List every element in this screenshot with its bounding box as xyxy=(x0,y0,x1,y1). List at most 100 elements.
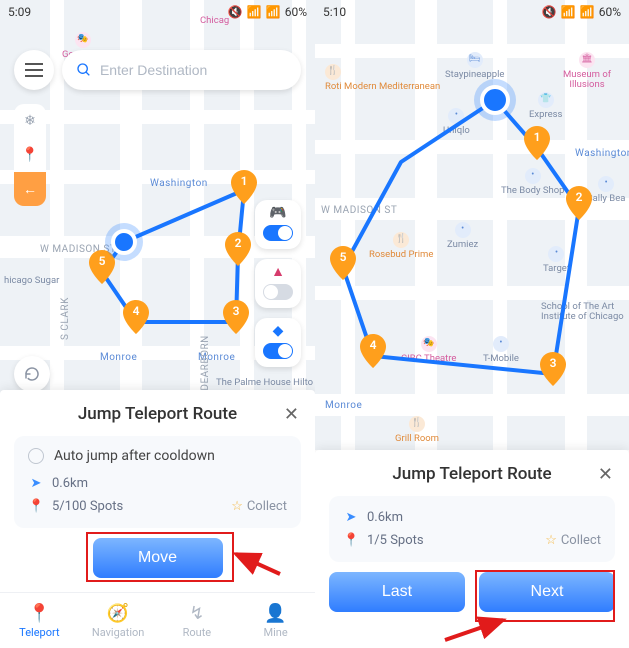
route-marker-1[interactable]: 1 xyxy=(231,170,257,204)
current-location-dot xyxy=(480,85,510,115)
nav-route[interactable]: ↯Route xyxy=(158,593,237,648)
store-icon: • xyxy=(448,108,464,124)
poi-label: Museum of Illusions xyxy=(563,69,611,90)
gamepad-toggle[interactable]: 🎮 xyxy=(255,200,301,249)
pin-count-icon: 📍 xyxy=(343,533,359,548)
map-canvas[interactable]: W MADISON ST Monroe Washington 🛏Staypine… xyxy=(315,0,629,450)
poi-label: The Palme House Hilto xyxy=(216,378,313,388)
road-label: S CLARK xyxy=(60,297,71,340)
poi-label: Staypineapple xyxy=(445,69,504,80)
battery-label: 60% xyxy=(599,5,621,19)
food-icon: 🍴 xyxy=(393,232,409,248)
move-button[interactable]: Move xyxy=(93,538,223,578)
menu-button[interactable] xyxy=(14,50,54,90)
mute-icon: 🔇 xyxy=(542,5,557,19)
route-marker-4[interactable]: 4 xyxy=(123,300,149,334)
wifi-icon: 📶 xyxy=(561,5,576,19)
switch-on-icon xyxy=(263,343,293,359)
nav-teleport[interactable]: 📍Teleport xyxy=(0,593,79,648)
path-icon: ↯ xyxy=(189,603,204,624)
battery-label: 60% xyxy=(285,5,307,19)
sheet-title: Jump Teleport Route xyxy=(392,464,551,484)
poi-label: Grill Room xyxy=(395,433,439,444)
store-icon: • xyxy=(493,336,509,352)
nav-navigation[interactable]: 🧭Navigation xyxy=(79,593,158,648)
station-label: Washington xyxy=(575,148,629,159)
nav-arrow-icon: ➤ xyxy=(343,510,359,525)
refresh-button[interactable] xyxy=(14,356,50,392)
map-canvas[interactable]: W MADISON ST Washington Monroe Monroe S … xyxy=(0,0,315,410)
switch-off-icon xyxy=(263,284,293,300)
route-marker-3[interactable]: 3 xyxy=(223,300,249,334)
bottom-nav: 📍Teleport 🧭Navigation ↯Route 👤Mine xyxy=(0,592,315,648)
food-icon: 🍴 xyxy=(325,64,341,80)
store-icon: 👕 xyxy=(538,92,554,108)
nav-arrow-icon: ➤ xyxy=(28,476,44,491)
poi-label: Rosebud Prime xyxy=(369,249,433,260)
poi-label: Uniqlo xyxy=(443,125,470,136)
switch-on-icon xyxy=(263,225,293,241)
star-icon: ☆ xyxy=(231,499,243,514)
poi-label: Zumiez xyxy=(447,239,478,250)
star-icon: ☆ xyxy=(545,533,557,548)
station-label: Washington xyxy=(150,178,208,189)
route-marker-5[interactable]: 5 xyxy=(330,246,356,280)
back-button[interactable]: ← xyxy=(14,172,46,206)
collect-button[interactable]: ☆Collect xyxy=(231,499,287,514)
search-input[interactable] xyxy=(100,62,287,78)
radio-empty-icon xyxy=(28,448,44,464)
next-button[interactable]: Next xyxy=(479,572,615,612)
route-marker-1[interactable]: 1 xyxy=(524,126,550,160)
auto-jump-checkbox[interactable]: Auto jump after cooldown xyxy=(28,446,287,472)
poi-label: Sally Bea xyxy=(587,193,625,204)
collect-button[interactable]: ☆Collect xyxy=(545,533,601,548)
layer-toggle[interactable]: ◆ xyxy=(255,318,301,367)
wifi-icon: 📶 xyxy=(247,5,262,19)
snowflake-button[interactable]: ❄ xyxy=(14,104,46,138)
search-bar[interactable] xyxy=(62,50,301,90)
auto-jump-label: Auto jump after cooldown xyxy=(54,448,215,464)
nav-mine[interactable]: 👤Mine xyxy=(236,593,315,648)
spots-value: 5/100 Spots xyxy=(52,499,123,514)
route-marker-2[interactable]: 2 xyxy=(225,232,251,266)
signal-icon: 📶 xyxy=(266,5,281,19)
sheet-title: Jump Teleport Route xyxy=(78,404,237,424)
poi-icon: 🎭 xyxy=(75,32,91,48)
poi-label: Target xyxy=(543,263,570,274)
poi-label: Express xyxy=(529,109,562,120)
current-location-dot xyxy=(111,229,137,255)
pin-icon: 📍 xyxy=(28,603,50,624)
distance-value: 0.6km xyxy=(367,510,403,525)
route-sheet: Jump Teleport Route ✕ ➤ 0.6km 📍 1/5 Spot… xyxy=(315,450,629,648)
route-marker-2[interactable]: 2 xyxy=(566,186,592,220)
road-label: W MADISON ST xyxy=(321,205,397,216)
spots-value: 1/5 Spots xyxy=(367,533,424,548)
search-icon xyxy=(76,61,92,79)
close-icon[interactable]: ✕ xyxy=(598,464,613,485)
store-icon: • xyxy=(548,246,564,262)
user-icon: 👤 xyxy=(264,603,286,624)
distance-value: 0.6km xyxy=(52,476,88,491)
station-label: Monroe xyxy=(100,352,137,363)
store-icon: • xyxy=(598,176,614,192)
status-bar: 5:09 🔇 📶 📶 60% xyxy=(0,0,315,24)
close-icon[interactable]: ✕ xyxy=(284,404,299,425)
poi-label: School of The Art Institute of Chicago xyxy=(541,302,629,323)
status-time: 5:10 xyxy=(323,5,346,19)
route-marker-4[interactable]: 4 xyxy=(360,334,386,368)
poi-label: CIBC Theatre xyxy=(401,353,456,364)
theatre-icon: 🎭 xyxy=(421,336,437,352)
poi-label: Roti Modern Mediterranean xyxy=(325,81,440,92)
pin-button[interactable]: 📍 xyxy=(14,138,46,172)
last-button[interactable]: Last xyxy=(329,572,465,612)
mute-icon: 🔇 xyxy=(228,5,243,19)
poi-label: T-Mobile xyxy=(483,353,519,364)
route-marker-5[interactable]: 5 xyxy=(89,250,115,284)
pokestop-toggle[interactable]: ▲ xyxy=(255,259,301,308)
store-icon: • xyxy=(455,222,471,238)
poi-label: The Body Shop xyxy=(501,185,564,196)
route-marker-3[interactable]: 3 xyxy=(540,352,566,386)
route-icon: 🧭 xyxy=(107,603,129,624)
status-bar: 5:10 🔇 📶 📶 60% xyxy=(315,0,629,24)
food-icon: 🍴 xyxy=(409,416,425,432)
